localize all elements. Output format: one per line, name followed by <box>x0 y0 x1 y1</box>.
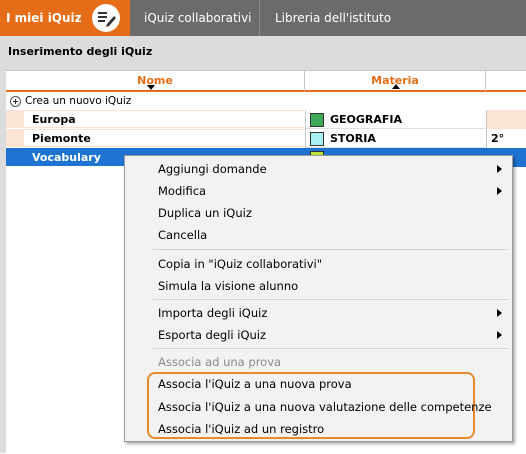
tab-label: Libreria dell'istituto <box>275 11 392 25</box>
menu-separator <box>153 348 508 349</box>
tab-libreria-istituto[interactable]: Libreria dell'istituto <box>261 0 411 36</box>
submenu-arrow-icon <box>497 309 502 317</box>
menu-item-label: Associa l'iQuiz a una nuova valutazione … <box>158 400 492 414</box>
cell-subject: STORIA <box>305 129 485 148</box>
menu-item-label: Duplica un iQuiz <box>158 206 252 220</box>
context-menu: Aggiungi domande Modifica Duplica un iQu… <box>124 155 513 442</box>
row-name: Vocabulary <box>32 151 101 164</box>
cell-name: Piemonte <box>6 129 304 148</box>
create-iquiz-row[interactable]: Crea un nuovo iQuiz <box>6 93 526 109</box>
menu-item-label: Associa l'iQuiz ad un registro <box>158 422 325 436</box>
menu-item-aggiungi-domande[interactable]: Aggiungi domande <box>158 159 267 179</box>
add-circle-icon <box>10 95 21 107</box>
tab-i-miei-iquiz[interactable]: I miei iQuiz <box>0 0 130 36</box>
cell-name: Europa <box>6 110 304 129</box>
submenu-arrow-icon <box>497 165 502 173</box>
sort-desc-icon <box>147 85 155 90</box>
column-header-nome[interactable]: Nome <box>6 71 305 92</box>
subject-color-swatch <box>310 132 324 146</box>
cell-extra <box>486 110 526 129</box>
table-row[interactable]: Europa GEOGRAFIA <box>6 110 526 129</box>
menu-item-label: Cancella <box>158 228 208 242</box>
submenu-arrow-icon <box>497 331 502 339</box>
cell-extra: 2° <box>486 129 526 148</box>
menu-item-simula-visione[interactable]: Simula la visione alunno <box>158 276 298 296</box>
menu-item-associa-prova-header: Associa ad una prova <box>158 352 281 372</box>
create-iquiz-label: Crea un nuovo iQuiz <box>25 95 132 107</box>
submenu-arrow-icon <box>497 187 502 195</box>
menu-separator <box>153 299 508 300</box>
menu-item-label: Associa ad una prova <box>158 355 282 369</box>
menu-item-modifica[interactable]: Modifica <box>158 181 206 201</box>
menu-item-label: Simula la visione alunno <box>158 279 299 293</box>
table-row[interactable]: Piemonte STORIA 2° <box>6 129 526 148</box>
menu-item-label: Associa l'iQuiz a una nuova prova <box>158 377 352 391</box>
menu-item-associa-registro[interactable]: Associa l'iQuiz ad un registro <box>158 419 324 439</box>
subject-color-swatch <box>310 113 324 127</box>
sort-asc-icon <box>392 84 400 89</box>
menu-item-associa-nuova-prova[interactable]: Associa l'iQuiz a una nuova prova <box>158 374 352 394</box>
section-title: Inserimento degli iQuiz <box>8 45 153 58</box>
menu-separator <box>153 249 508 250</box>
menu-item-label: Copia in "iQuiz collaborativi" <box>158 257 323 271</box>
tab-label: iQuiz collaborativi <box>144 11 252 25</box>
menu-item-label: Esporta degli iQuiz <box>158 328 267 342</box>
row-subject: GEOGRAFIA <box>330 113 403 126</box>
menu-item-esporta[interactable]: Esporta degli iQuiz <box>158 325 266 345</box>
row-name: Europa <box>24 111 304 127</box>
column-header-extra[interactable] <box>486 71 526 92</box>
menu-item-label: Aggiungi domande <box>158 162 267 176</box>
tab-label: I miei iQuiz <box>6 11 82 25</box>
menu-item-label: Modifica <box>158 184 207 198</box>
menu-item-copia-collaborativi[interactable]: Copia in "iQuiz collaborativi" <box>158 254 322 274</box>
menu-item-importa[interactable]: Importa degli iQuiz <box>158 303 267 323</box>
menu-item-cancella[interactable]: Cancella <box>158 225 207 245</box>
row-subject: STORIA <box>330 132 376 145</box>
menu-item-label: Importa degli iQuiz <box>158 306 268 320</box>
cell-subject: GEOGRAFIA <box>305 110 485 129</box>
edit-icon[interactable] <box>92 4 120 32</box>
row-name: Piemonte <box>24 130 304 146</box>
menu-item-associa-valutazione-competenze[interactable]: Associa l'iQuiz a una nuova valutazione … <box>158 397 492 417</box>
tab-iquiz-collaborativi[interactable]: iQuiz collaborativi <box>130 0 260 36</box>
menu-item-duplica[interactable]: Duplica un iQuiz <box>158 203 252 223</box>
